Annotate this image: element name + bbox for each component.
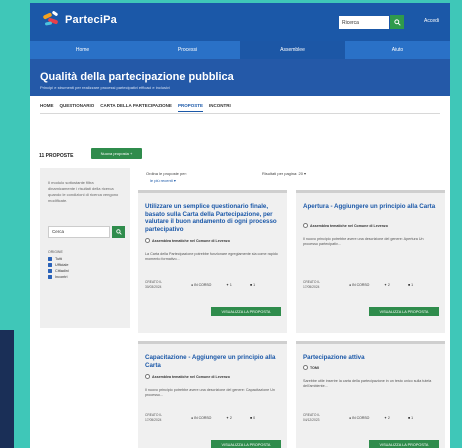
status-badge: IN CORSO xyxy=(352,282,370,287)
chevron-down-icon: ▾ xyxy=(304,171,307,176)
view-proposal-button[interactable]: VISUALIZZA LA PROPOSTA xyxy=(369,307,439,316)
new-proposal-label: Nuova proposta xyxy=(100,151,129,156)
proposal-stats: CREATO IL 30/03/2024 ● IN CORSO ✦ 1 ■ 1 xyxy=(145,280,256,289)
new-proposal-button[interactable]: Nuova proposta + xyxy=(91,148,142,159)
status-badge: IN CORSO xyxy=(194,415,212,420)
checkbox-icon xyxy=(48,269,52,273)
avatar xyxy=(303,365,308,370)
search-icon xyxy=(393,18,401,26)
tab-carta[interactable]: CARTA DELLA PARTECIPAZIONE xyxy=(100,103,172,112)
filter-checkbox-list: Tutti Ufficiale Cittadini Incontri xyxy=(48,256,69,280)
status-badge: IN CORSO xyxy=(352,415,370,420)
search-input[interactable] xyxy=(339,16,389,29)
page-subtitle: Principi e strumenti per realizzare proc… xyxy=(40,85,170,90)
proposal-card: Apertura - Aggiungere un principio alla … xyxy=(296,190,445,333)
proposal-author: TOMI xyxy=(303,365,319,370)
main-nav: Home Processi Assemblee Aiuto xyxy=(30,41,450,59)
logo-mark-icon xyxy=(42,10,61,28)
proposal-author: Assemblea tematiche nel Comune di Levenz… xyxy=(145,374,230,379)
proposal-body: Il nuovo principio potrebbe avere una de… xyxy=(303,237,424,246)
page-banner: Qualità della partecipazione pubblica Pr… xyxy=(30,59,450,96)
tab-proposte[interactable]: PROPOSTE xyxy=(177,103,203,112)
chevron-down-icon: ▾ xyxy=(173,178,176,183)
logo[interactable]: ParteciPa xyxy=(42,10,117,28)
checkbox-icon xyxy=(48,257,52,261)
proposal-title[interactable]: Utilizzare un semplice questionario fina… xyxy=(145,203,281,233)
order-select[interactable]: le più recenti ▾ xyxy=(150,178,176,183)
filter-check-incontri[interactable]: Incontri xyxy=(48,274,69,280)
nav-item-assemblee[interactable]: Assemblee xyxy=(240,41,345,59)
proposal-author: Assemblea tematiche nel Comune di Levenz… xyxy=(145,238,230,243)
logo-text: ParteciPa xyxy=(65,14,117,26)
tab-home[interactable]: HOME xyxy=(40,103,54,112)
tab-incontri[interactable]: INCONTRI xyxy=(209,103,231,112)
view-proposal-button[interactable]: VISUALIZZA LA PROPOSTA xyxy=(211,440,281,448)
proposal-card: Utilizzare un semplice questionario fina… xyxy=(138,190,287,333)
search-icon xyxy=(115,229,122,235)
search-button[interactable] xyxy=(390,15,404,29)
proposal-body: La Carta della Partecipazione potrebbe f… xyxy=(145,252,278,261)
proposal-author: Assemblea tematiche nel Comune di Levenz… xyxy=(303,223,388,228)
checkbox-icon xyxy=(48,275,52,279)
avatar xyxy=(303,223,308,228)
proposal-stats: CREATO IL 04/12/2023 ● IN CORSO ✦ 2 ■ 1 xyxy=(303,413,414,422)
proposal-stats: CREATO IL 17/05/2024 ● IN CORSO ✦ 2 ■ 1 xyxy=(303,280,414,289)
nav-item-aiuto[interactable]: Aiuto xyxy=(345,41,450,59)
checkbox-icon xyxy=(48,263,52,267)
login-link[interactable]: Accedi xyxy=(424,18,439,24)
filter-sidebar: Il modulo sottostante filtra dinamicamen… xyxy=(40,168,130,328)
proposal-title[interactable]: Apertura - Aggiungere un principio alla … xyxy=(303,203,439,211)
order-label: Ordina le proposte per: xyxy=(146,171,187,176)
background-strip xyxy=(0,330,14,448)
proposal-card: Capacitazione - Aggiungere un principio … xyxy=(138,341,287,448)
filter-search-input[interactable]: Cerca xyxy=(48,226,110,238)
proposal-title[interactable]: Partecipazione attiva xyxy=(303,354,439,362)
top-header: ParteciPa Accedi xyxy=(30,3,450,41)
page-title: Qualità della partecipazione pubblica xyxy=(40,71,234,83)
proposal-title[interactable]: Capacitazione - Aggiungere un principio … xyxy=(145,354,281,369)
section-tabs: HOME QUESTIONARIO CARTA DELLA PARTECIPAZ… xyxy=(40,103,231,112)
plus-icon: + xyxy=(128,151,133,156)
proposal-stats: CREATO IL 17/05/2024 ● IN CORSO ✦ 2 ■ 0 xyxy=(145,413,256,422)
view-proposal-button[interactable]: VISUALIZZA LA PROPOSTA xyxy=(211,307,281,316)
avatar xyxy=(145,374,150,379)
filter-group-label: ORIGINE xyxy=(48,250,63,254)
browser-frame: ParteciPa Accedi Home Processi Assemblee… xyxy=(30,3,450,448)
status-badge: IN CORSO xyxy=(194,282,212,287)
nav-item-processi[interactable]: Processi xyxy=(135,41,240,59)
filter-info-text: Il modulo sottostante filtra dinamicamen… xyxy=(48,180,119,203)
proposal-body: Il nuovo principio potrebbe avere una de… xyxy=(145,388,275,397)
proposal-body: Sarebbe utile inserire la carta della pa… xyxy=(303,379,432,388)
proposals-count: 11 PROPOSTE xyxy=(39,153,74,159)
proposal-card: Partecipazione attiva TOMI Sarebbe utile… xyxy=(296,341,445,448)
tabs-divider xyxy=(40,113,440,114)
avatar xyxy=(145,238,150,243)
view-proposal-button[interactable]: VISUALIZZA LA PROPOSTA xyxy=(369,440,439,448)
nav-item-home[interactable]: Home xyxy=(30,41,135,59)
filter-search-button[interactable] xyxy=(112,226,125,238)
per-page-select[interactable]: Risultati per pagina: 20 ▾ xyxy=(262,171,306,176)
tab-questionario[interactable]: QUESTIONARIO xyxy=(60,103,95,112)
